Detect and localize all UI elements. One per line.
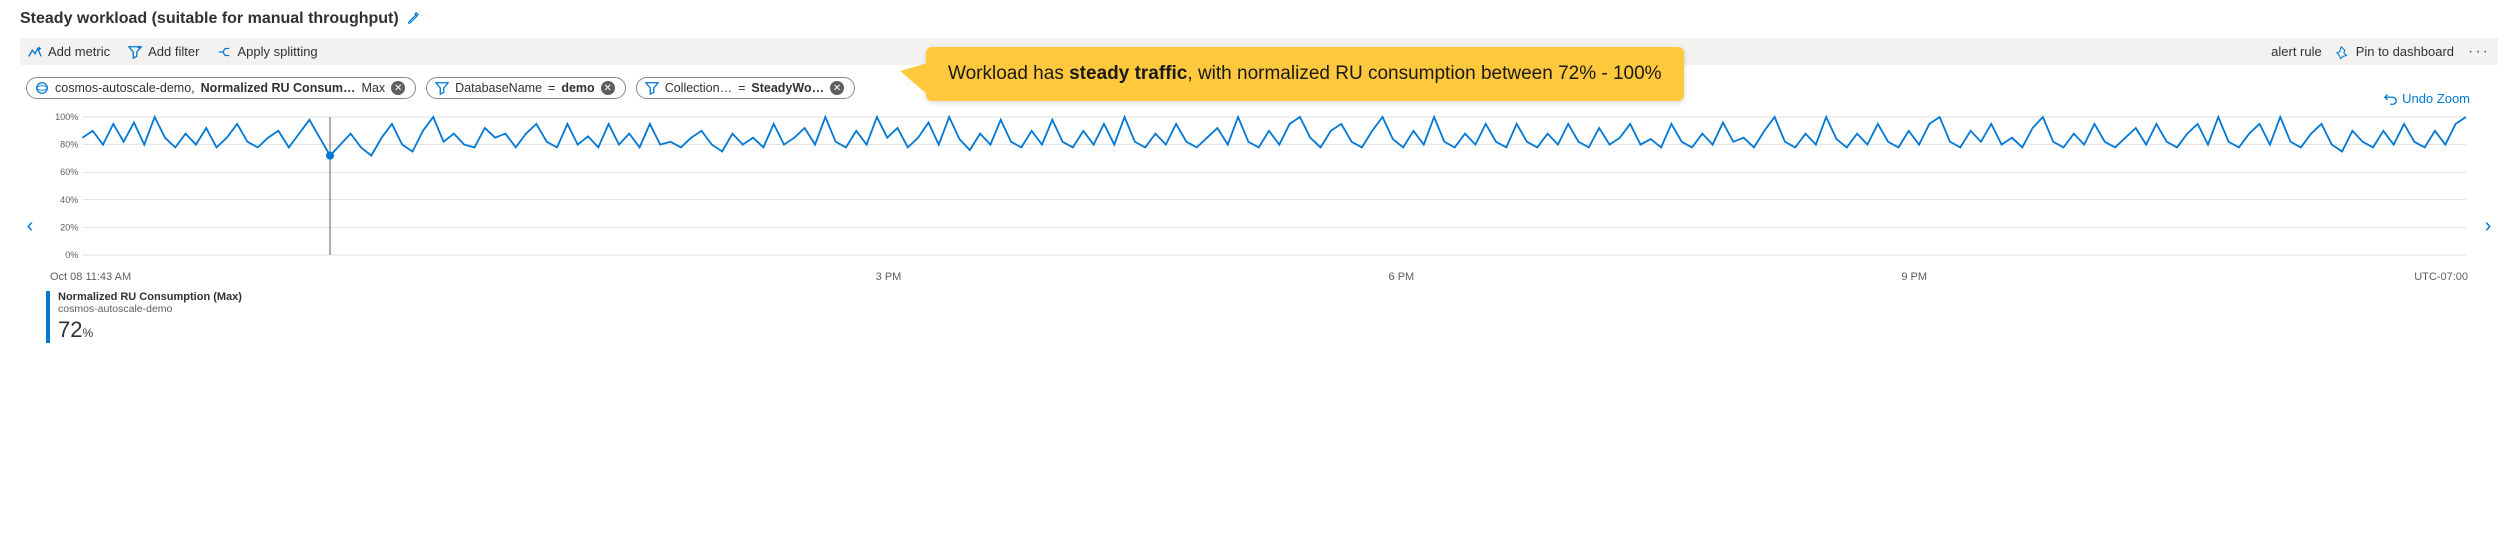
callout-text-bold: steady traffic [1069, 63, 1187, 84]
chart-area: Workload has steady traffic, with normal… [46, 109, 2472, 343]
x-tick: 9 PM [1901, 271, 1927, 283]
legend-metric: Normalized RU Consumption (Max) [58, 291, 242, 303]
cosmos-icon [35, 81, 49, 95]
x-tick: Oct 08 11:43 AM [50, 271, 389, 283]
pin-dashboard-label: Pin to dashboard [2356, 44, 2454, 59]
filter-value: demo [561, 81, 594, 95]
timezone-label: UTC-07:00 [2414, 271, 2468, 283]
svg-text:40%: 40% [60, 195, 78, 205]
add-metric-button[interactable]: Add metric [28, 44, 110, 59]
undo-icon [2384, 92, 2398, 106]
callout-text-prefix: Workload has [948, 63, 1069, 84]
x-tick: 3 PM [876, 271, 902, 283]
chevron-left-icon[interactable]: ‹ [20, 215, 40, 238]
add-filter-button[interactable]: Add filter [128, 44, 199, 59]
alert-rule-button[interactable]: alert rule [2271, 44, 2322, 59]
pin-dashboard-button[interactable]: Pin to dashboard [2336, 44, 2454, 59]
svg-text:100%: 100% [55, 112, 78, 122]
filter-icon [128, 45, 142, 59]
svg-text:60%: 60% [60, 167, 78, 177]
svg-text:20%: 20% [60, 222, 78, 232]
filter-eq: = [738, 81, 745, 95]
alert-rule-label: alert rule [2271, 44, 2322, 59]
filter-pill-database[interactable]: DatabaseName = demo ✕ [426, 77, 626, 99]
x-tick: 6 PM [1389, 271, 1415, 283]
apply-splitting-label: Apply splitting [237, 44, 317, 59]
page-title: Steady workload (suitable for manual thr… [20, 10, 399, 28]
more-menu-icon[interactable]: ··· [2468, 43, 2490, 61]
filter-eq: = [548, 81, 555, 95]
add-metric-label: Add metric [48, 44, 110, 59]
close-icon[interactable]: ✕ [830, 81, 844, 95]
metric-pill-name: Normalized RU Consum… [201, 81, 356, 95]
chart-legend[interactable]: Normalized RU Consumption (Max) cosmos-a… [46, 291, 2472, 343]
filter-pill-collection[interactable]: Collection… = SteadyWo… ✕ [636, 77, 855, 99]
metric-pill-agg: Max [362, 81, 386, 95]
filter-value: SteadyWo… [751, 81, 824, 95]
filter-icon [645, 81, 659, 95]
svg-text:0%: 0% [65, 250, 78, 260]
split-icon [217, 45, 231, 59]
undo-zoom-button[interactable]: Undo Zoom [2384, 91, 2470, 106]
undo-zoom-label: Undo Zoom [2402, 91, 2470, 106]
legend-color-swatch [46, 291, 50, 343]
add-metric-icon [28, 45, 42, 59]
line-chart[interactable]: 0% 20% 40% 60% 80% 100% [46, 109, 2472, 269]
close-icon[interactable]: ✕ [391, 81, 405, 95]
metric-pill[interactable]: cosmos-autoscale-demo, Normalized RU Con… [26, 77, 416, 99]
metric-pill-resource: cosmos-autoscale-demo, [55, 81, 195, 95]
callout-text-suffix: , with normalized RU consumption between… [1187, 63, 1661, 84]
annotation-callout: Workload has steady traffic, with normal… [926, 47, 1684, 101]
apply-splitting-button[interactable]: Apply splitting [217, 44, 317, 59]
chevron-right-icon[interactable]: › [2478, 215, 2498, 238]
close-icon[interactable]: ✕ [601, 81, 615, 95]
legend-resource: cosmos-autoscale-demo [58, 303, 242, 315]
filter-key: Collection… [665, 81, 732, 95]
pin-icon [2336, 45, 2350, 59]
edit-icon[interactable] [407, 11, 421, 28]
legend-value: 72 [58, 317, 82, 342]
x-axis: Oct 08 11:43 AM 3 PM 6 PM 9 PM UTC-07:00 [46, 271, 2472, 283]
legend-unit: % [82, 326, 93, 340]
add-filter-label: Add filter [148, 44, 199, 59]
filter-icon [435, 81, 449, 95]
filter-key: DatabaseName [455, 81, 542, 95]
svg-text:80%: 80% [60, 140, 78, 150]
